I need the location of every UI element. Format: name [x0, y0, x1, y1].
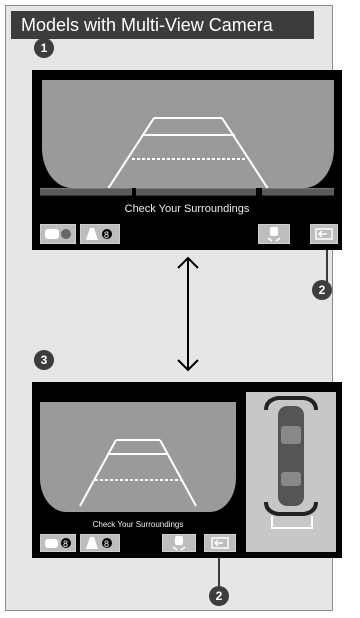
lower-band-center [136, 188, 256, 196]
exit-arrow-icon [211, 537, 229, 549]
car-view-icon [267, 227, 281, 242]
svg-text:8: 8 [104, 539, 109, 549]
view-toggle-button[interactable] [258, 224, 290, 244]
person-detect-button[interactable]: 8 [80, 224, 120, 244]
camera-icon: 8 [45, 538, 71, 549]
lower-band-right [262, 188, 334, 196]
car-view-icon [172, 536, 186, 551]
callout-marker-2-bottom: 2 [209, 586, 229, 606]
view-toggle-button-bottom[interactable] [162, 534, 196, 552]
svg-text:8: 8 [104, 230, 109, 240]
camera-screen-bottom: Check Your Surroundings 8 8 [32, 382, 342, 558]
exit-button[interactable] [310, 224, 338, 244]
person-detect-button-bottom[interactable]: 8 [80, 534, 120, 552]
parking-guide-lines-bottom [79, 439, 197, 507]
callout-marker-3: 3 [34, 350, 54, 370]
person-icon: 8 [86, 228, 112, 240]
exit-button-bottom[interactable] [204, 534, 236, 552]
camera-view-top [42, 80, 334, 188]
callout-marker-1: 1 [34, 38, 54, 58]
camera-view-bottom [40, 402, 236, 512]
parking-guide-lines-top [107, 117, 269, 188]
camera-icon [45, 229, 71, 239]
caption-top: Check Your Surroundings [124, 203, 250, 215]
caption-bottom: Check Your Surroundings [92, 520, 184, 529]
svg-text:8: 8 [63, 539, 68, 549]
car-top-view-icon [264, 396, 318, 529]
exit-arrow-icon [315, 228, 333, 240]
double-arrow-icon [177, 256, 199, 372]
section-header: Models with Multi-View Camera [11, 11, 314, 39]
lower-band-left [40, 188, 132, 196]
callout-marker-2-top: 2 [312, 280, 332, 300]
page-panel: Models with Multi-View Camera 1 Check Yo… [5, 5, 342, 611]
camera-mode-button-bottom[interactable]: 8 [40, 534, 76, 552]
top-down-view [246, 392, 336, 552]
camera-screen-top: Check Your Surroundings 8 [32, 70, 342, 250]
camera-mode-button[interactable] [40, 224, 76, 244]
person-icon: 8 [86, 537, 112, 549]
